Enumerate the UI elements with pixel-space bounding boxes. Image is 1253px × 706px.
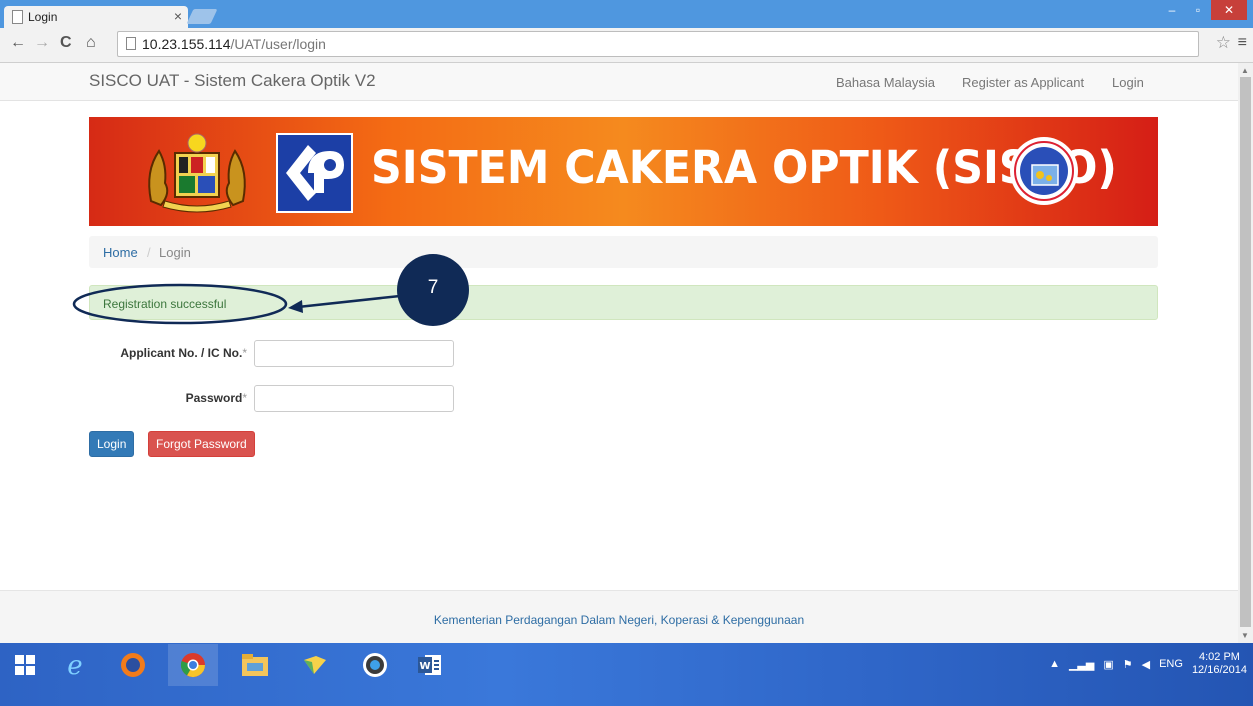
scroll-up-icon[interactable]: ▲ (1241, 66, 1249, 75)
optical-disc-icon (1010, 137, 1078, 205)
language-indicator[interactable]: ENG (1159, 658, 1183, 670)
bookmark-star-icon[interactable]: ☆ (1216, 33, 1231, 53)
password-input[interactable] (254, 385, 454, 412)
page-scrollbar[interactable]: ▲ ▼ (1238, 63, 1253, 643)
taskbar-firefox[interactable] (108, 644, 158, 686)
home-icon[interactable]: ⌂ (86, 34, 96, 52)
back-icon[interactable]: ← (10, 34, 26, 52)
folder-icon (242, 654, 268, 676)
browser-chrome: Login × – ▫ ✕ ← → C ⌂ 10.23.155.114/UAT/… (0, 0, 1253, 63)
system-tray: ▲ ▁▃▅ ▣ ⚑ ◀ ENG 4:02 PM 12/16/2014 (1049, 649, 1247, 679)
taskbar-photos[interactable] (290, 644, 340, 686)
header-banner: SISTEM CAKERA OPTIK (SISCO) (89, 117, 1158, 226)
taskbar-ie[interactable]: e (50, 644, 100, 686)
show-hidden-icons[interactable]: ▲ (1049, 658, 1060, 670)
breadcrumb: Home / Login (89, 236, 1158, 268)
firefox-icon (121, 653, 145, 677)
svg-text:W: W (419, 661, 430, 672)
photos-icon (304, 656, 326, 674)
taskbar-file-explorer[interactable] (230, 644, 280, 686)
action-center-flag-icon[interactable]: ⚑ (1123, 658, 1133, 671)
cp-logo-icon (286, 145, 344, 201)
nav-link-login[interactable]: Login (1112, 75, 1144, 90)
window-controls: – ▫ ✕ (1159, 0, 1247, 20)
annotation-number: 7 (427, 277, 439, 298)
banner-title: SISTEM CAKERA OPTIK (SISCO) (371, 141, 1117, 194)
footer-text[interactable]: Kementerian Perdagangan Dalam Negeri, Ko… (434, 613, 804, 627)
success-alert: Registration successful (89, 285, 1158, 320)
tab-close-icon[interactable]: × (174, 8, 182, 24)
windows-start-icon (15, 655, 35, 675)
address-bar[interactable]: 10.23.155.114/UAT/user/login (117, 31, 1199, 57)
page-content: SISCO UAT - Sistem Cakera Optik V2 Bahas… (0, 63, 1238, 643)
forgot-password-button[interactable]: Forgot Password (148, 431, 255, 457)
window-close-icon[interactable]: ✕ (1211, 0, 1247, 20)
footer: Kementerian Perdagangan Dalam Negeri, Ko… (0, 590, 1238, 643)
taskbar-skype[interactable] (350, 644, 400, 686)
new-tab-button[interactable] (186, 9, 218, 24)
signal-icon[interactable]: ▁▃▅ (1069, 658, 1094, 671)
login-button[interactable]: Login (89, 431, 135, 457)
nav-link-bahasa-malaysia[interactable]: Bahasa Malaysia (836, 75, 935, 90)
scroll-down-icon[interactable]: ▼ (1241, 631, 1249, 640)
clock-date: 12/16/2014 (1191, 664, 1247, 676)
page-icon (12, 10, 23, 24)
top-navbar: SISCO UAT - Sistem Cakera Optik V2 Bahas… (0, 63, 1238, 101)
tab-title: Login (28, 10, 58, 24)
password-label: Password* (185, 391, 247, 405)
taskbar-word[interactable]: W (405, 644, 455, 686)
maximize-icon[interactable]: ▫ (1185, 0, 1211, 20)
applicant-no-label: Applicant No. / IC No.* (120, 346, 247, 360)
start-button[interactable] (0, 644, 50, 686)
page-icon (126, 37, 136, 50)
network-icon[interactable]: ▣ (1103, 658, 1113, 671)
volume-icon[interactable]: ◀ (1142, 658, 1150, 671)
breadcrumb-separator: / (147, 245, 151, 260)
windows-taskbar: e W ▲ ▁▃▅ ▣ ⚑ ◀ ENG 4:02 PM 12/16/2014 (0, 643, 1253, 706)
internet-explorer-icon: e (67, 652, 82, 678)
browser-menu-icon[interactable]: ≡ (1238, 34, 1247, 52)
browser-tab[interactable]: Login × (4, 6, 188, 28)
browser-toolbar: ← → C ⌂ 10.23.155.114/UAT/user/login ☆ ≡ (0, 28, 1253, 63)
coat-of-arms-icon (148, 133, 246, 213)
alert-message: Registration successful (103, 297, 227, 311)
skype-icon (363, 653, 387, 677)
url-text: 10.23.155.114/UAT/user/login (142, 36, 326, 52)
minimize-icon[interactable]: – (1159, 0, 1185, 20)
nav-link-register[interactable]: Register as Applicant (962, 75, 1084, 90)
clock-time: 4:02 PM (1198, 651, 1240, 663)
reload-icon[interactable]: C (60, 34, 72, 52)
applicant-no-input[interactable] (254, 340, 454, 367)
taskbar-chrome[interactable] (168, 644, 218, 686)
site-brand[interactable]: SISCO UAT - Sistem Cakera Optik V2 (89, 71, 376, 91)
word-icon: W (418, 655, 441, 675)
agency-logo (276, 133, 353, 213)
breadcrumb-current: Login (159, 245, 191, 260)
scrollbar-thumb[interactable] (1240, 77, 1251, 627)
svg-text:e: e (67, 652, 82, 678)
breadcrumb-home-link[interactable]: Home (103, 245, 138, 260)
taskbar-clock[interactable]: 4:02 PM 12/16/2014 (1192, 651, 1247, 677)
forward-icon[interactable]: → (34, 34, 50, 52)
chrome-icon (180, 653, 205, 678)
